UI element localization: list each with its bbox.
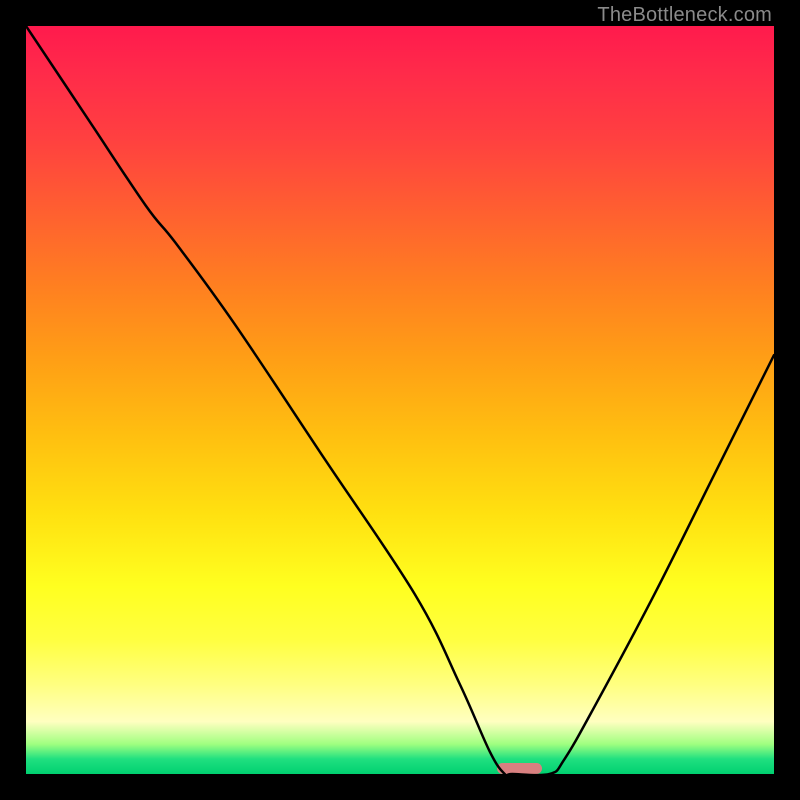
chart-container: TheBottleneck.com — [0, 0, 800, 800]
optimal-marker — [497, 763, 542, 774]
plot-area — [26, 26, 774, 774]
gradient-background — [26, 26, 774, 774]
watermark-text: TheBottleneck.com — [597, 4, 772, 27]
